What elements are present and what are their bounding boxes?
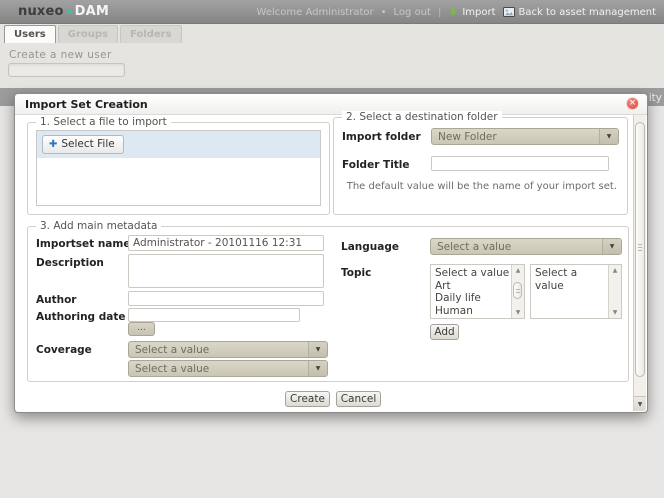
file-drop-area: ✚ Select File	[36, 130, 321, 206]
scroll-up-icon[interactable]: ▲	[512, 265, 524, 276]
topbar-links: Welcome Administrator • Log out | Import…	[257, 0, 656, 24]
authoring-date-label: Authoring date	[36, 311, 125, 323]
create-button[interactable]: Create	[285, 391, 330, 407]
logout-link[interactable]: Log out	[394, 7, 431, 18]
import-folder-label: Import folder	[342, 131, 421, 143]
plus-icon: ✚	[49, 139, 57, 150]
scroll-up-icon[interactable]: ▲	[609, 265, 621, 276]
add-topic-button[interactable]: Add	[430, 324, 459, 340]
metadata-section: 3. Add main metadata Importset name Desc…	[27, 226, 629, 382]
import-link[interactable]: Import	[448, 7, 495, 18]
chevron-down-icon[interactable]: ▼	[308, 361, 327, 376]
date-picker-button[interactable]: ...	[128, 322, 155, 336]
coverage-dropdown-2[interactable]: Select a value ▼	[128, 360, 328, 377]
dialog-scroll-thumb[interactable]	[635, 122, 645, 377]
scroll-down-icon[interactable]: ▼	[634, 396, 646, 411]
description-label: Description	[36, 257, 104, 269]
select-file-label: Select File	[61, 138, 114, 150]
language-value: Select a value	[431, 239, 602, 254]
logo-dot-icon	[67, 9, 72, 14]
author-input[interactable]	[128, 291, 324, 306]
topic-available-scrollbar[interactable]: ▲ ▼	[511, 265, 524, 318]
topic-selected-option[interactable]: Select a value	[535, 267, 608, 292]
scroll-down-icon[interactable]: ▼	[512, 307, 524, 318]
file-import-section: 1. Select a file to import ✚ Select File	[27, 122, 330, 215]
back-to-asset-management-link[interactable]: Back to asset management	[503, 7, 656, 18]
divider: |	[438, 7, 441, 18]
tab-users[interactable]: Users	[4, 25, 56, 43]
sub-header: Users Groups Folders Create a new user	[0, 25, 664, 88]
asset-image-icon	[503, 7, 515, 17]
description-textarea[interactable]	[128, 254, 324, 288]
coverage-value-1: Select a value	[129, 342, 308, 357]
select-file-button[interactable]: ✚ Select File	[42, 135, 124, 154]
import-link-label: Import	[462, 7, 495, 18]
coverage-label: Coverage	[36, 344, 92, 356]
topic-option[interactable]: Daily life	[435, 292, 511, 305]
language-label: Language	[341, 241, 399, 253]
app-logo: nuxeo DAM	[18, 4, 109, 19]
importset-name-input[interactable]	[128, 235, 324, 251]
importset-name-label: Importset name	[36, 238, 130, 250]
topic-selected-listbox[interactable]: Select a value ▲ ▼	[530, 264, 622, 319]
authoring-date-input[interactable]	[128, 308, 300, 322]
topic-label: Topic	[341, 267, 371, 279]
chevron-down-icon[interactable]: ▼	[308, 342, 327, 357]
create-user-search-input[interactable]	[8, 63, 125, 77]
cancel-button[interactable]: Cancel	[336, 391, 381, 407]
back-link-label: Back to asset management	[519, 7, 656, 18]
close-icon[interactable]: ×	[626, 97, 639, 110]
folder-title-hint: The default value will be the name of yo…	[342, 181, 617, 192]
topic-available-listbox[interactable]: Select a value Art Daily life Human scie…	[430, 264, 525, 319]
language-dropdown[interactable]: Select a value ▼	[430, 238, 622, 255]
author-label: Author	[36, 294, 77, 306]
tab-bar: Users Groups Folders	[4, 25, 182, 43]
coverage-value-2: Select a value	[129, 361, 308, 376]
dialog-title: Import Set Creation	[15, 94, 647, 115]
bullet-separator: •	[381, 7, 387, 18]
import-folder-value: New Folder	[432, 129, 599, 144]
tab-groups[interactable]: Groups	[58, 25, 118, 43]
top-bar: nuxeo DAM Welcome Administrator • Log out…	[0, 0, 664, 24]
destination-folder-legend: 2. Select a destination folder	[342, 111, 502, 123]
topic-selected-scrollbar[interactable]: ▲ ▼	[608, 265, 621, 318]
topic-option[interactable]: Art	[435, 280, 511, 293]
scroll-thumb[interactable]	[513, 282, 522, 299]
folder-title-input[interactable]	[431, 156, 609, 171]
destination-folder-section: 2. Select a destination folder Import fo…	[333, 117, 628, 215]
chevron-down-icon[interactable]: ▼	[602, 239, 621, 254]
file-import-legend: 1. Select a file to import	[36, 116, 171, 128]
tab-folders[interactable]: Folders	[120, 25, 182, 43]
topic-available-items: Select a value Art Daily life Human scie…	[431, 265, 511, 318]
topic-selected-items: Select a value	[531, 265, 608, 318]
import-set-creation-dialog: Import Set Creation × 1. Select a file t…	[14, 93, 648, 413]
import-arrow-icon	[448, 7, 458, 17]
dialog-scrollbar[interactable]: ▼	[633, 115, 646, 411]
topic-option[interactable]: Human science	[435, 305, 511, 319]
logo-brand: nuxeo	[18, 4, 64, 19]
topic-option[interactable]: Select a value	[435, 267, 511, 280]
create-user-title: Create a new user	[9, 49, 112, 61]
logo-product: DAM	[75, 4, 109, 19]
folder-title-label: Folder Title	[342, 159, 410, 171]
coverage-dropdown-1[interactable]: Select a value ▼	[128, 341, 328, 358]
welcome-text: Welcome Administrator	[257, 7, 374, 18]
chevron-down-icon[interactable]: ▼	[599, 129, 618, 144]
scroll-down-icon[interactable]: ▼	[609, 307, 621, 318]
import-folder-dropdown[interactable]: New Folder ▼	[431, 128, 619, 145]
scroll-grip-icon	[638, 244, 642, 252]
screen: nuxeo DAM Welcome Administrator • Log out…	[0, 0, 664, 498]
metadata-legend: 3. Add main metadata	[36, 220, 161, 232]
